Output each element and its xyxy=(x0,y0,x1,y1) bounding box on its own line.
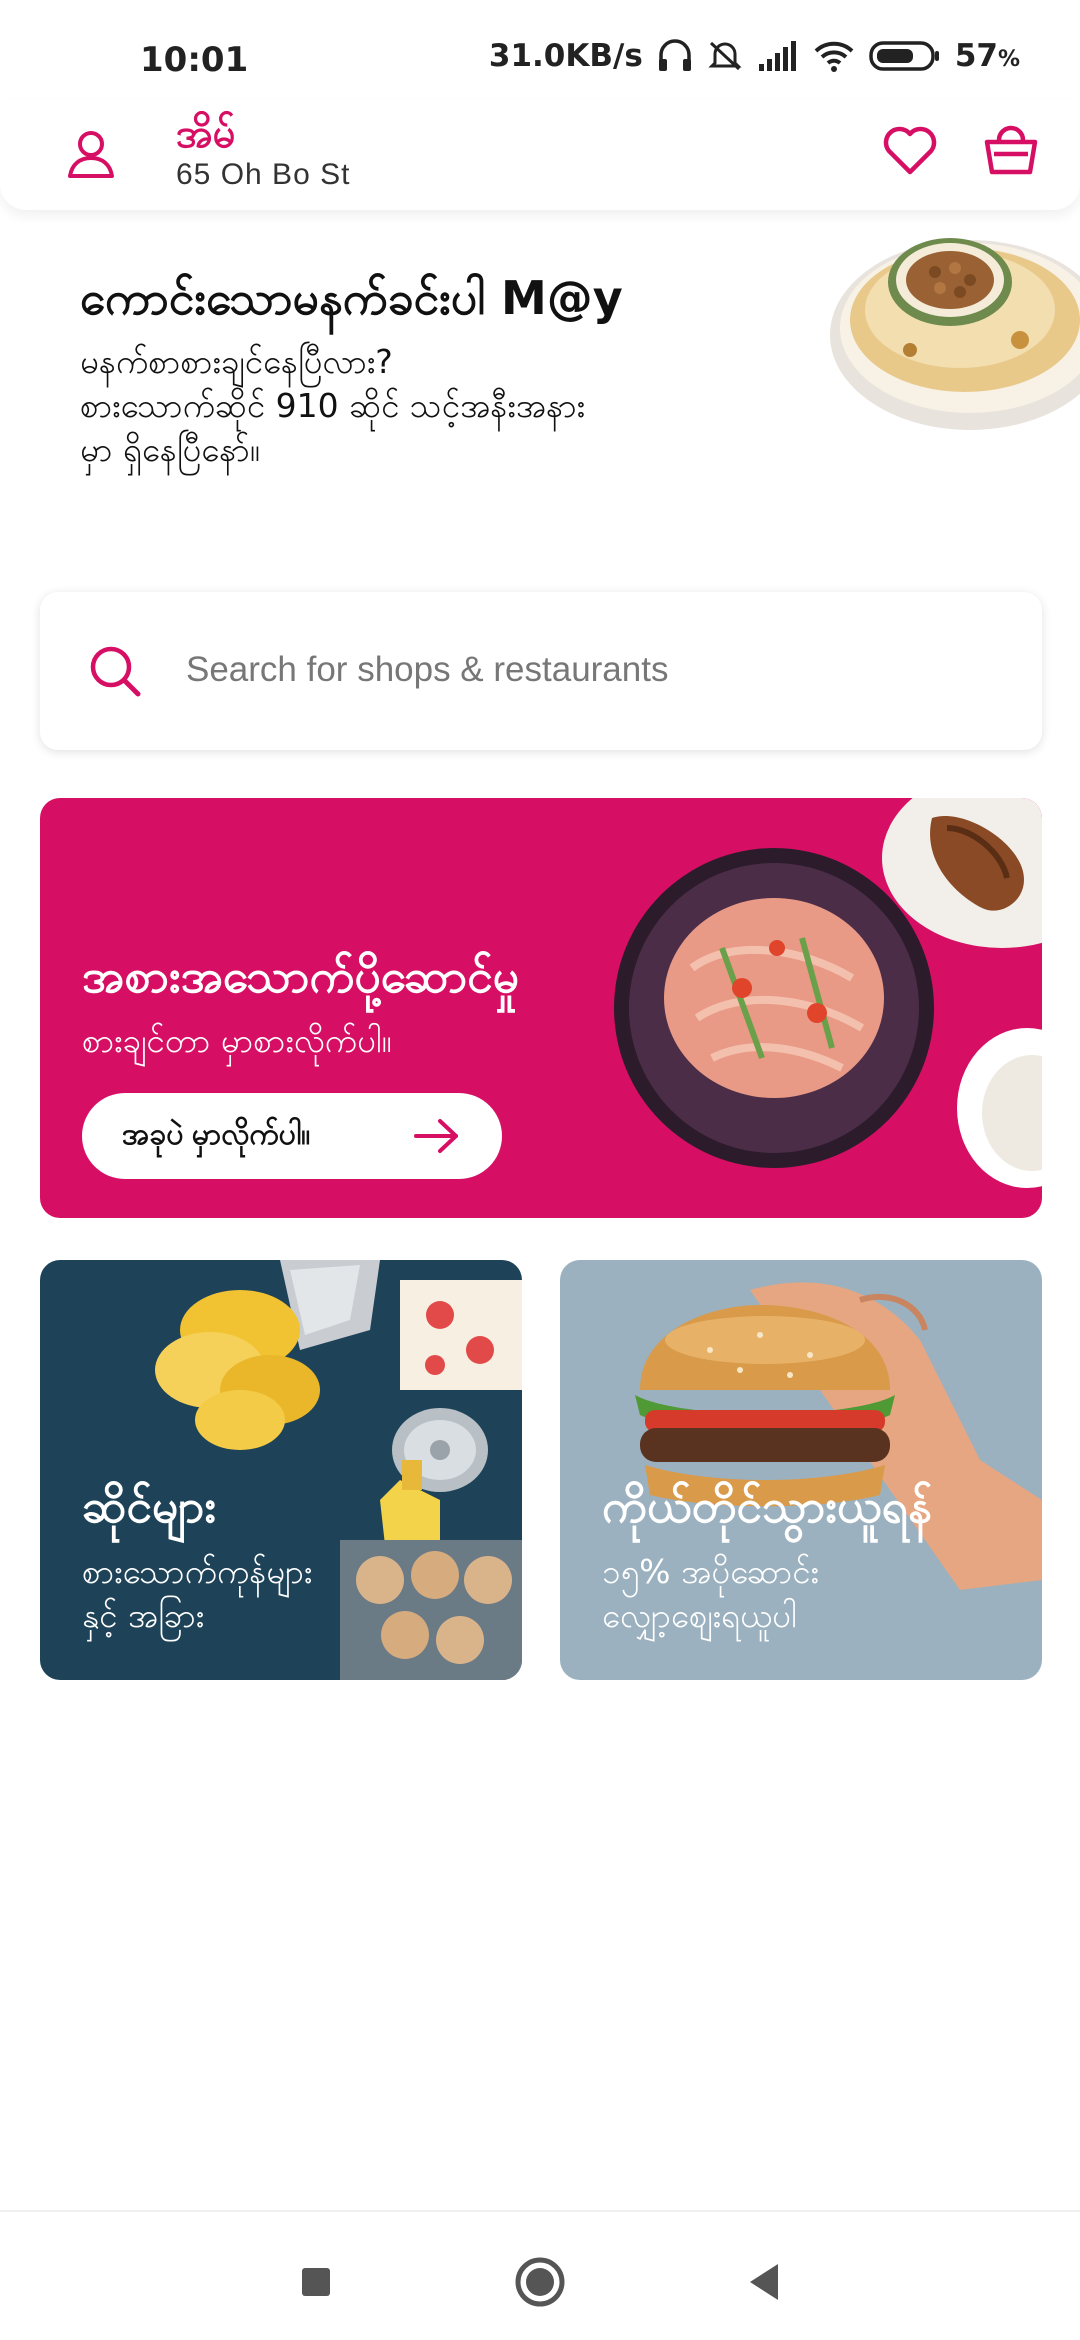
greeting-line-2: စားသောက်ဆိုင် 910 ဆိုင် သင့်အနီးအနား xyxy=(80,386,586,425)
pickup-subtitle-line-1: ၁၅% အပိုဆောင်း xyxy=(602,1552,819,1591)
status-bar: 10:01 31.0KB/s 57% xyxy=(0,0,1080,100)
wifi-icon xyxy=(814,41,854,72)
delivery-address[interactable]: 65 Oh Bo St xyxy=(176,158,350,192)
delivery-subtitle: စားချင်တာ မှာစားလိုက်ပါ။ xyxy=(82,1021,392,1060)
shops-title: ဆိုင်များ xyxy=(82,1479,217,1533)
shopping-basket-icon[interactable] xyxy=(980,118,1042,180)
home-icon[interactable] xyxy=(510,2252,570,2312)
greeting-line-3: မှာ ရှိနေပြီနော်။ xyxy=(80,430,260,469)
order-now-label: အခုပဲ မှာလိုက်ပါ။ xyxy=(122,1117,311,1151)
greeting-line-1: မနက်စာစားချင်နေပြီလား? xyxy=(80,342,393,381)
back-icon[interactable] xyxy=(736,2252,796,2312)
order-now-button[interactable]: အခုပဲ မှာလိုက်ပါ။ xyxy=(82,1093,502,1179)
shops-subtitle-line-1: စားသောက်ကုန်များ xyxy=(82,1552,313,1591)
favorites-heart-icon[interactable] xyxy=(880,120,940,180)
search-input[interactable]: Search for shops & restaurants xyxy=(186,650,668,690)
status-icons: 31.0KB/s 57% xyxy=(489,38,1020,74)
battery-level: 57% xyxy=(954,38,1020,74)
pickup-subtitle-line-2: လျှော့စျေးရယူပါ xyxy=(602,1596,797,1635)
search-icon xyxy=(90,646,141,697)
status-time: 10:01 xyxy=(140,40,249,80)
papaya-salad-image xyxy=(614,798,1042,1188)
app-header: အိမ် 65 Oh Bo St xyxy=(0,100,1080,210)
signal-icon xyxy=(758,41,796,71)
pickup-subtitle: ၁၅% အပိုဆောင်း လျှော့စျေးရယူပါ xyxy=(602,1550,1022,1638)
food-delivery-card[interactable]: အစားအသောက်ပို့ဆောင်မှု စားချင်တာ မှာစားလ… xyxy=(40,798,1042,1218)
shops-subtitle: စားသောက်ကုန်များ နှင့် အခြား xyxy=(82,1550,502,1638)
pickup-title: ကိုယ်တိုင်သွားယူရန် xyxy=(602,1479,932,1533)
battery-icon xyxy=(869,41,939,71)
profile-icon[interactable] xyxy=(62,124,120,182)
shops-subtitle-line-2: နှင့် အခြား xyxy=(82,1596,205,1635)
bell-muted-icon xyxy=(708,41,742,71)
pickup-tile[interactable]: ကိုယ်တိုင်သွားယူရန် ၁၅% အပိုဆောင်း လျှော… xyxy=(560,1260,1042,1680)
hero-food-image xyxy=(830,238,1080,430)
greeting-subtitle: မနက်စာစားချင်နေပြီလား? စားသောက်ဆိုင် 910… xyxy=(80,340,740,472)
system-navigation-bar xyxy=(0,2210,1080,2340)
delivery-title: အစားအသောက်ပို့ဆောင်မှု xyxy=(82,949,520,1003)
arrow-right-icon xyxy=(414,1119,458,1153)
greeting-section: ကောင်းသောမနက်ခင်းပါ M@y မနက်စာစားချင်နေပ… xyxy=(0,210,1080,590)
net-speed: 31.0KB/s xyxy=(488,38,643,74)
recent-apps-icon[interactable] xyxy=(286,2252,346,2312)
search-bar[interactable]: Search for shops & restaurants xyxy=(40,592,1042,750)
shops-tile[interactable]: ဆိုင်များ စားသောက်ကုန်များ နှင့် အခြား xyxy=(40,1260,522,1680)
greeting-title: ကောင်းသောမနက်ခင်းပါ M@y xyxy=(80,271,623,325)
headphones-icon xyxy=(658,39,691,71)
